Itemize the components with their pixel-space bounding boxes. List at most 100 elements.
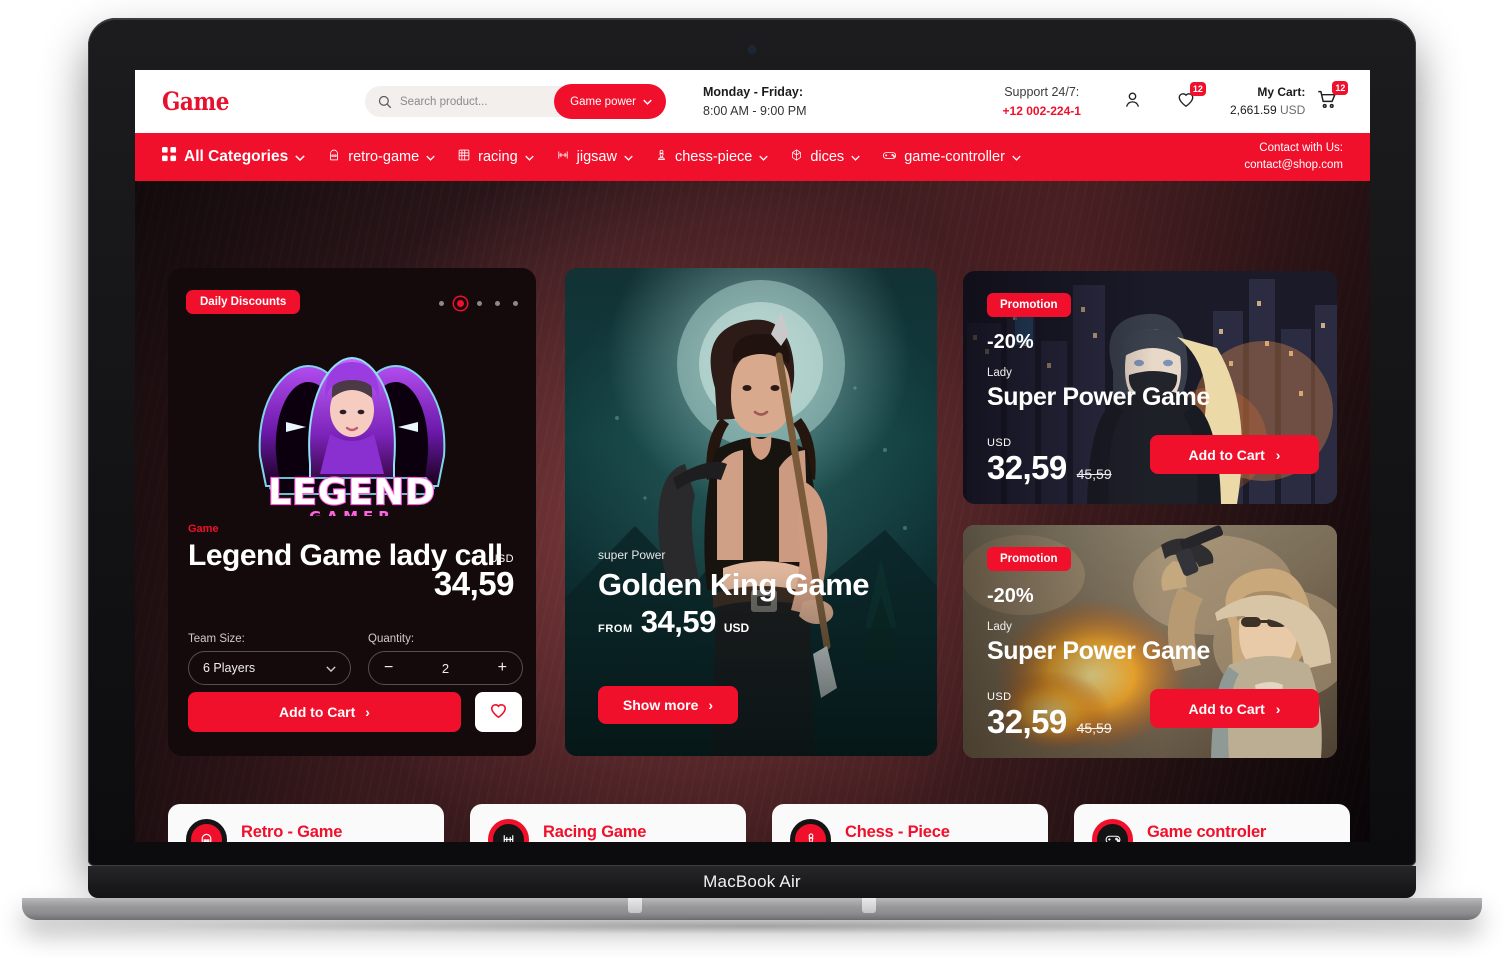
carousel-dot[interactable] [439, 301, 444, 306]
category-card-retro-game[interactable]: Retro - Game Show more (252) [168, 804, 444, 842]
nav-all-categories[interactable]: All Categories [162, 147, 305, 167]
carousel-dots [439, 300, 518, 307]
site-header: Game Game power Monday - Friday: 8:0 [135, 70, 1370, 133]
nav-item-racing[interactable]: racing [457, 148, 534, 166]
chevron-right-icon: › [1275, 700, 1281, 717]
quantity-stepper: − 2 + [368, 651, 523, 685]
webcam-icon [748, 46, 756, 53]
promo-add-to-cart-button[interactable]: Add to Cart › [1150, 435, 1319, 474]
promo-price-row: 32,59 45,59 [987, 705, 1112, 738]
category-name: Chess - Piece [845, 822, 950, 841]
chevron-down-icon [524, 149, 534, 165]
cart-label: My Cart: [1257, 85, 1306, 100]
promo-badge: Promotion [987, 293, 1071, 317]
chevron-down-icon [643, 96, 652, 108]
category-card-game-controller[interactable]: Game controler Show more (252) [1074, 804, 1350, 842]
svg-text:GAMER: GAMER [309, 508, 395, 516]
add-to-cart-button[interactable]: Add to Cart › [188, 692, 461, 732]
team-size-group: Team Size: 6 Players [188, 633, 351, 685]
promo-old-price: 45,59 [1076, 720, 1112, 736]
legend-gamer-logo-art: LEGEND GAMER [246, 336, 458, 526]
racing-icon [457, 148, 471, 166]
team-size-label: Team Size: [188, 633, 245, 645]
show-more-button[interactable]: Show more › [598, 686, 738, 724]
cart-amount: 2,661.59 [1229, 102, 1277, 117]
promo-price-row: 32,59 45,59 [987, 451, 1112, 484]
nav-item-chess-piece[interactable]: chess-piece [655, 148, 769, 166]
wishlist-button[interactable]: 12 [1176, 81, 1206, 114]
cart-group[interactable]: My Cart: 2,661.59 USD 12 [1230, 80, 1349, 119]
hero-card-golden-king[interactable]: super Power Golden King Game FROM 34,59 … [565, 268, 937, 756]
hero-left-kicker: Game [188, 523, 219, 535]
promo-currency: USD [987, 437, 1012, 449]
category-card-chess-piece[interactable]: Chess - Piece Show more (252) [772, 804, 1048, 842]
dice-icon [790, 148, 803, 166]
search-input[interactable] [400, 87, 560, 116]
support-phone[interactable]: +12 002-224-1 [1003, 102, 1081, 120]
category-icon-wrap [1092, 818, 1133, 842]
quantity-increment-button[interactable]: + [498, 660, 507, 676]
quantity-decrement-button[interactable]: − [384, 660, 393, 676]
hero-left-options: Team Size: 6 Players Quantity: − 2 + [188, 633, 523, 685]
game-power-label: Game power [570, 95, 636, 108]
chevron-down-icon [326, 661, 336, 675]
carousel-dot[interactable] [477, 301, 482, 306]
laptop-base [22, 898, 1482, 920]
category-name: Racing Game [543, 822, 647, 841]
nav-item-label: retro-game [348, 149, 420, 165]
promo-add-to-cart-button[interactable]: Add to Cart › [1150, 689, 1319, 728]
carousel-dot[interactable] [495, 301, 500, 306]
promo-card-1[interactable]: Promotion -20% Lady Super Power Game USD… [963, 271, 1337, 504]
carousel-dot-active[interactable] [457, 300, 464, 307]
hero-center-kicker: super Power [598, 547, 666, 562]
promo-title: Super Power Game [987, 383, 1210, 411]
laptop-shadow [150, 918, 1360, 934]
cart-summary: My Cart: 2,661.59 USD [1230, 84, 1305, 119]
category-card-racing-game[interactable]: Racing Game Show more (252) [470, 804, 746, 842]
promo-currency: USD [987, 691, 1012, 703]
category-text: Racing Game Show more (252) [543, 823, 646, 843]
hero-center-price: FROM 34,59 USD [598, 604, 869, 640]
carousel-dot[interactable] [513, 301, 518, 306]
chevron-right-icon: › [365, 704, 370, 720]
category-icon-wrap [488, 818, 529, 842]
nav-contact[interactable]: Contact with Us: contact@shop.com [1244, 140, 1343, 175]
team-size-select[interactable]: 6 Players [188, 651, 351, 685]
chevron-down-icon [624, 149, 633, 165]
game-power-dropdown[interactable]: Game power [554, 84, 666, 119]
promo-add-to-cart-label: Add to Cart [1188, 700, 1265, 717]
quantity-value: 2 [441, 660, 450, 676]
header-icon-group: 12 [1123, 81, 1206, 114]
category-text: Retro - Game Show more (252) [241, 823, 342, 843]
account-button[interactable] [1123, 90, 1142, 114]
user-icon [1123, 90, 1142, 114]
promo-card-2[interactable]: Promotion -20% Lady Super Power Game USD… [963, 525, 1337, 758]
category-icon-wrap [186, 818, 227, 842]
retro-game-icon [327, 148, 341, 166]
promo-add-to-cart-label: Add to Cart [1188, 446, 1265, 463]
cart-button[interactable]: 12 [1316, 80, 1349, 115]
hero-center-amount: 34,59 [640, 604, 717, 639]
hero-center-title: Golden King Game [598, 566, 870, 602]
category-card-list: Retro - Game Show more (252) Racing Game [168, 804, 1350, 842]
warrior-woman-artwork [565, 268, 937, 756]
chevron-down-icon [759, 149, 769, 165]
team-size-value: 6 Players [203, 661, 256, 675]
nav-item-dices[interactable]: dices [790, 148, 860, 166]
game-controller-icon [882, 148, 897, 166]
nav-item-retro-game[interactable]: retro-game [327, 148, 435, 166]
nav-item-game-controller[interactable]: game-controller [882, 148, 1021, 166]
hero-left-actions: Add to Cart › [188, 692, 522, 732]
site-logo[interactable]: Game [162, 87, 229, 116]
browser-viewport: Game Game power Monday - Friday: 8:0 [135, 70, 1370, 842]
category-name: Game controler [1147, 822, 1267, 841]
promo-title: Super Power Game [987, 637, 1210, 665]
nav-item-jigsaw[interactable]: jigsaw [556, 148, 633, 166]
search-icon [377, 94, 392, 109]
nav-contact-email: contact@shop.com [1244, 159, 1343, 171]
add-to-wishlist-button[interactable] [475, 692, 522, 732]
cart-currency: USD [1280, 102, 1306, 117]
retro-game-icon [191, 823, 222, 842]
hero-left-currency: USD [489, 553, 514, 565]
chevron-down-icon [1012, 149, 1021, 165]
